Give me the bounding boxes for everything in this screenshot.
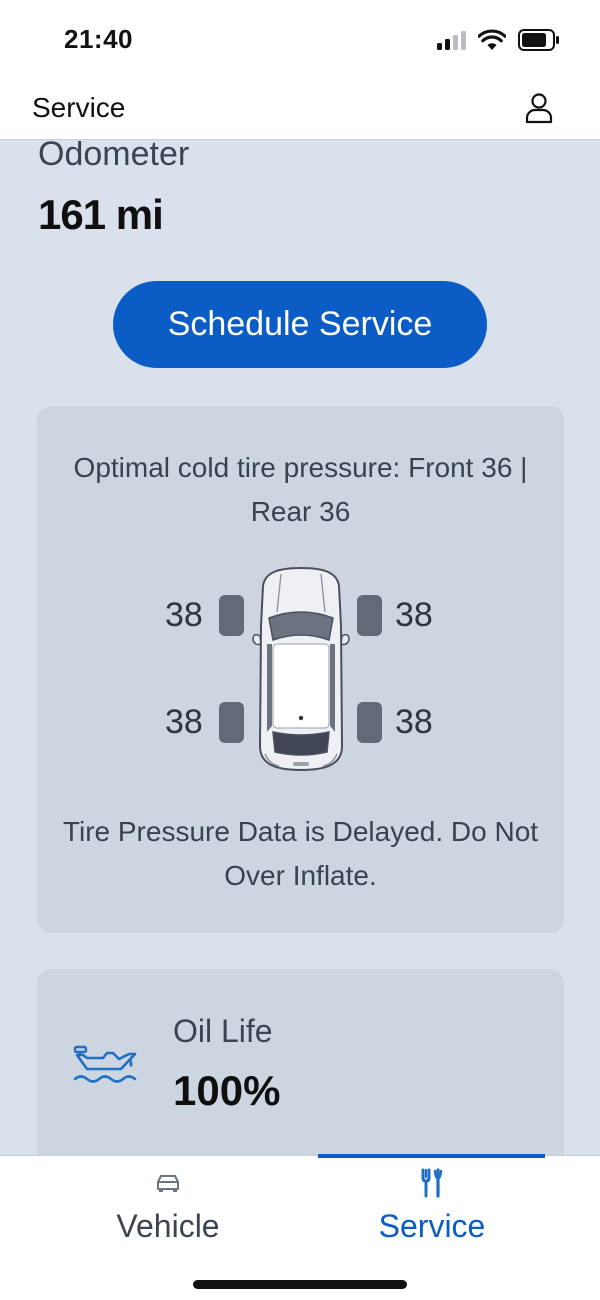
- oil-life-value: 100%: [173, 1067, 281, 1114]
- status-icons: [437, 28, 560, 52]
- oil-life-label: Oil Life: [173, 1013, 273, 1049]
- rear-right-tire-icon: [357, 702, 382, 743]
- wifi-icon: [478, 29, 506, 50]
- app-header: Service: [0, 80, 600, 140]
- oil-life-card[interactable]: Oil Life 100%: [37, 969, 564, 1155]
- status-bar: 21:40: [0, 0, 600, 80]
- tab-service-label: Service: [378, 1208, 486, 1244]
- odometer-label: Odometer: [38, 141, 190, 173]
- front-right-pressure: 38: [395, 596, 433, 634]
- status-time: 21:40: [64, 24, 133, 54]
- tools-icon: [421, 1168, 443, 1198]
- schedule-service-button[interactable]: Schedule Service: [113, 281, 487, 368]
- cellular-signal-icon: [437, 30, 466, 50]
- front-left-pressure: 38: [165, 596, 203, 634]
- battery-icon: [518, 29, 559, 51]
- front-right-tire-icon: [357, 595, 382, 636]
- tab-vehicle-label: Vehicle: [116, 1208, 220, 1244]
- service-content[interactable]: Odometer 161 mi Schedule Service Optimal…: [0, 141, 600, 1155]
- bottom-nav: Vehicle Service: [0, 1154, 600, 1300]
- front-left-tire-icon: [219, 595, 244, 636]
- car-icon: [157, 1175, 179, 1192]
- tab-vehicle[interactable]: Vehicle: [18, 1156, 318, 1256]
- tire-pressure-card: Optimal cold tire pressure: Front 36 | R…: [37, 406, 564, 933]
- odometer-value: 161 mi: [38, 191, 164, 238]
- home-indicator[interactable]: [193, 1280, 407, 1289]
- page-title: Service: [32, 92, 126, 123]
- optimal-tire-pressure-text: Optimal cold tire pressure: Front 36 | R…: [73, 452, 528, 527]
- tire-pressure-warning-text: Tire Pressure Data is Delayed. Do Not Ov…: [62, 816, 539, 891]
- car-top-view-icon: [252, 566, 350, 772]
- rear-left-pressure: 38: [165, 703, 203, 741]
- rear-left-tire-icon: [219, 702, 244, 743]
- oil-can-icon: [73, 1045, 137, 1083]
- rear-right-pressure: 38: [395, 703, 433, 741]
- tab-service[interactable]: Service: [282, 1156, 582, 1256]
- person-icon[interactable]: [524, 92, 554, 124]
